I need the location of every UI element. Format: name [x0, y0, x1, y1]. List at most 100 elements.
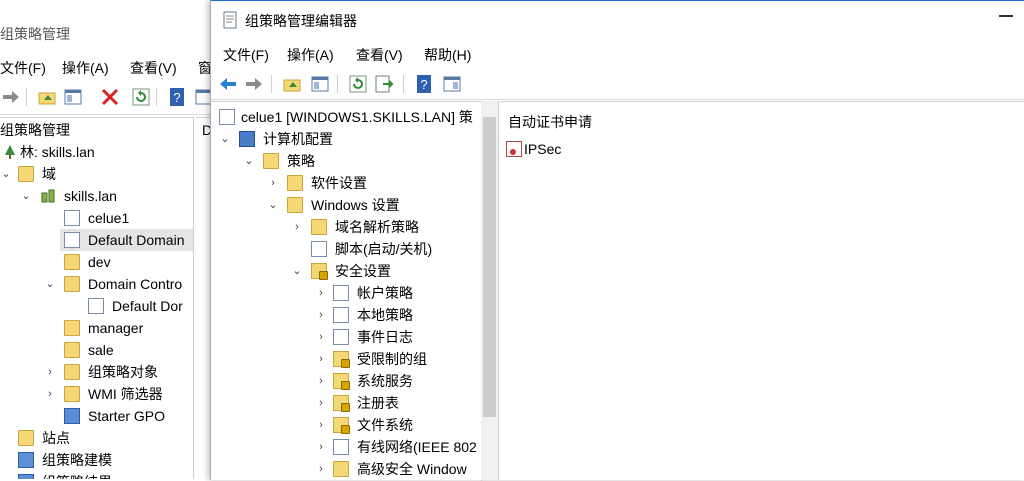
gpmc-tree-ou-dev[interactable]: dev: [0, 251, 193, 273]
tree-security-settings[interactable]: ⌄ 安全设置: [211, 260, 481, 282]
refresh-icon[interactable]: [130, 86, 152, 108]
folder-icon: [333, 461, 349, 477]
menu-view[interactable]: 查看(V): [356, 45, 403, 65]
scrollbar-thumb[interactable]: [483, 117, 496, 417]
menu-help[interactable]: 帮助(H): [424, 45, 471, 65]
tree-restricted-groups[interactable]: › 受限制的组: [211, 348, 481, 370]
chevron-right-icon[interactable]: ›: [315, 392, 327, 414]
minimize-icon[interactable]: [999, 15, 1013, 17]
up-folder-icon[interactable]: [281, 73, 303, 95]
sites-icon: [18, 430, 34, 446]
export-list-icon[interactable]: [373, 73, 395, 95]
chevron-right-icon[interactable]: ›: [315, 348, 327, 370]
back-arrow-icon[interactable]: [217, 73, 239, 95]
forward-arrow-icon[interactable]: [243, 73, 265, 95]
delete-icon[interactable]: [99, 86, 121, 108]
tree-scripts[interactable]: 脚本(启动/关机): [211, 238, 481, 260]
chevron-right-icon[interactable]: ›: [44, 383, 56, 405]
chevron-right-icon[interactable]: ›: [267, 172, 279, 194]
chevron-right-icon[interactable]: ›: [44, 361, 56, 383]
gpmc-tree-ou-manager[interactable]: manager: [0, 317, 193, 339]
chevron-down-icon[interactable]: ⌄: [0, 163, 12, 185]
gpmc-tree-domains[interactable]: ⌄ 域: [0, 163, 193, 185]
tree-wired-network[interactable]: › 有线网络(IEEE 802: [211, 436, 481, 458]
chevron-down-icon[interactable]: ⌄: [267, 194, 279, 216]
tree-item-label: 策略: [287, 153, 315, 169]
tree-registry[interactable]: › 注册表: [211, 392, 481, 414]
gpmc-tree-forest[interactable]: 林: skills.lan: [0, 141, 193, 163]
tree-account-policies[interactable]: › 帐户策略: [211, 282, 481, 304]
chevron-right-icon[interactable]: ›: [315, 304, 327, 326]
gpme-window-title: 组策略管理编辑器: [245, 13, 357, 29]
chevron-down-icon[interactable]: ⌄: [219, 128, 231, 150]
gpmc-console-tree: 组策略管理 林: skills.lan ⌄ 域 ⌄ skills.lan cel…: [0, 117, 194, 479]
tree-item-label: Windows 设置: [311, 197, 400, 213]
tree-advanced-firewall[interactable]: › 高级安全 Window: [211, 458, 481, 480]
tree-name-resolution-policy[interactable]: › 域名解析策略: [211, 216, 481, 238]
gpmc-menu-file[interactable]: 文件(F): [0, 58, 46, 78]
details-header: 自动证书申请: [508, 114, 592, 130]
menu-action[interactable]: 操作(A): [287, 45, 334, 65]
chevron-down-icon[interactable]: ⌄: [20, 185, 32, 207]
tree-software-settings[interactable]: › 软件设置: [211, 172, 481, 194]
tree-system-services[interactable]: › 系统服务: [211, 370, 481, 392]
gpmc-tree-starter-gpo[interactable]: Starter GPO: [0, 405, 193, 427]
tree-item-label: Default Dor: [112, 298, 183, 314]
chevron-down-icon[interactable]: ⌄: [291, 260, 303, 282]
help-icon[interactable]: ?: [166, 86, 188, 108]
properties-pane-icon[interactable]: [441, 73, 463, 95]
gpmc-tree-modeling[interactable]: 组策略建模: [0, 449, 193, 471]
gpmc-tree-ou-domain-controllers[interactable]: ⌄ Domain Contro: [0, 273, 193, 295]
tree-item-label: 软件设置: [311, 175, 367, 191]
tree-item-label: 域: [42, 166, 56, 182]
show-hide-console-tree-icon[interactable]: [309, 73, 331, 95]
details-item-ipsec[interactable]: IPSec: [504, 138, 624, 160]
tree-item-label: 安全设置: [335, 263, 391, 279]
gpmc-toolbar: ?: [0, 82, 215, 115]
gpmc-tree-gpo-celue1[interactable]: celue1: [0, 207, 193, 229]
tree-computer-config[interactable]: ⌄ 计算机配置: [211, 128, 481, 150]
gpmc-tree-wmi-filters[interactable]: › WMI 筛选器: [0, 383, 193, 405]
domains-folder-icon: [18, 166, 34, 182]
tree-item-label: 组策略结果: [42, 471, 112, 479]
chevron-down-icon[interactable]: ⌄: [243, 150, 255, 172]
chevron-right-icon[interactable]: ›: [315, 370, 327, 392]
locked-folder-icon: [333, 373, 350, 390]
ou-icon: [64, 254, 80, 270]
refresh-icon[interactable]: [347, 73, 369, 95]
gpmc-tree-domain-skills[interactable]: ⌄ skills.lan: [0, 185, 193, 207]
starter-gpo-icon: [64, 408, 80, 424]
help-icon[interactable]: ?: [413, 73, 435, 95]
chevron-right-icon[interactable]: ›: [291, 216, 303, 238]
gpmc-tree-root[interactable]: 组策略管理: [0, 119, 193, 141]
tree-root-policy[interactable]: celue1 [WINDOWS1.SKILLS.LAN] 策: [211, 106, 481, 128]
forward-arrow-icon[interactable]: [0, 86, 22, 108]
gpmc-tree-gpo-default-domain[interactable]: Default Domain: [60, 229, 193, 251]
menu-file[interactable]: 文件(F): [223, 45, 269, 65]
tree-vertical-scrollbar[interactable]: [481, 101, 499, 480]
show-hide-console-tree-icon[interactable]: [62, 86, 84, 108]
chevron-right-icon[interactable]: ›: [315, 436, 327, 458]
gpmc-tree-sites[interactable]: 站点: [0, 427, 193, 449]
chevron-down-icon[interactable]: ⌄: [44, 273, 56, 295]
tree-file-system[interactable]: › 文件系统: [211, 414, 481, 436]
wmi-folder-icon: [64, 386, 80, 402]
gpmc-menu-action[interactable]: 操作(A): [62, 58, 109, 78]
tree-local-policies[interactable]: › 本地策略: [211, 304, 481, 326]
tree-policies[interactable]: ⌄ 策略: [211, 150, 481, 172]
chevron-right-icon[interactable]: ›: [315, 326, 327, 348]
tree-event-log[interactable]: › 事件日志: [211, 326, 481, 348]
gpmc-menu-view[interactable]: 查看(V): [130, 58, 177, 78]
chevron-right-icon[interactable]: ›: [315, 282, 327, 304]
tree-item-label: 受限制的组: [357, 351, 427, 367]
up-folder-icon[interactable]: [36, 86, 58, 108]
gpmc-tree-gpo-default-dc[interactable]: Default Dor: [0, 295, 193, 317]
chevron-right-icon[interactable]: ›: [315, 414, 327, 436]
gpmc-tree-ou-sale[interactable]: sale: [0, 339, 193, 361]
chevron-right-icon[interactable]: ›: [315, 458, 327, 480]
tree-windows-settings[interactable]: ⌄ Windows 设置: [211, 194, 481, 216]
gpmc-tree-gpo-objects[interactable]: › 组策略对象: [0, 361, 193, 383]
gpmc-tree-results[interactable]: 组策略结果: [0, 471, 193, 479]
tree-item-label: 组策略建模: [42, 452, 112, 468]
ou-icon: [64, 342, 80, 358]
